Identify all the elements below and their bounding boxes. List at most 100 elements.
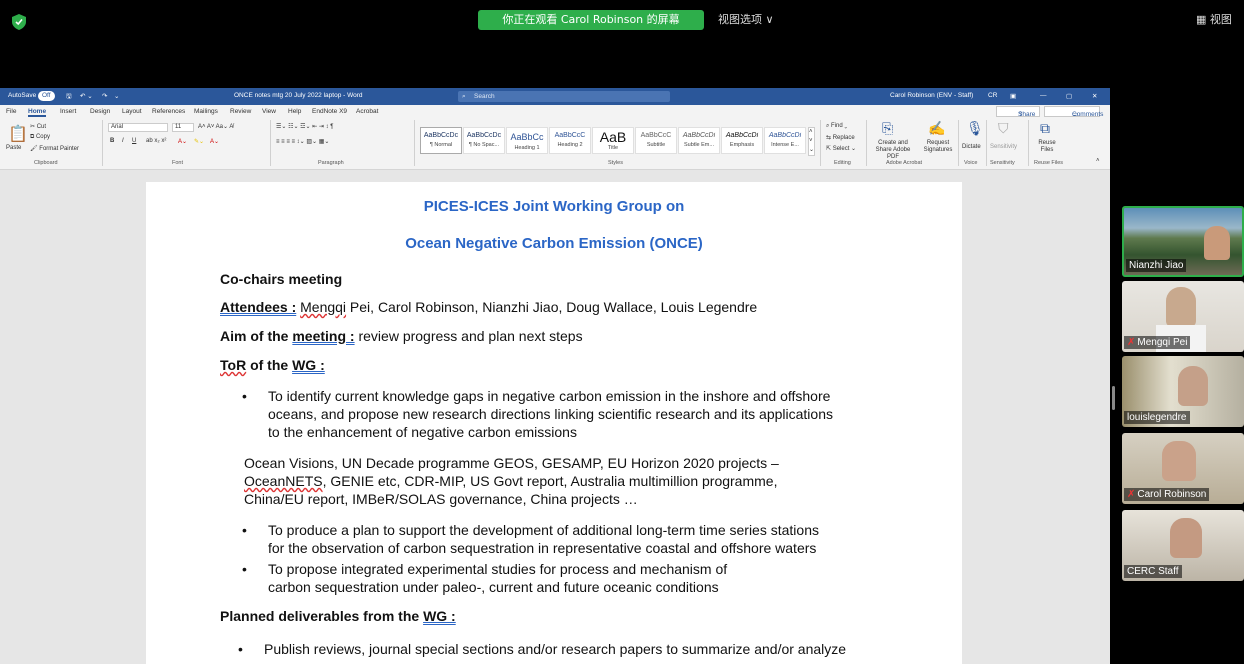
participant-tile[interactable]: ✗ Mengqi Pei [1122, 281, 1244, 352]
style-subtitle[interactable]: AaBbCcC Subtitle [635, 127, 677, 154]
tab-home[interactable]: Home [28, 108, 47, 117]
select-button[interactable]: ⇱ Select ⌄ [826, 145, 856, 152]
style-name: Emphasis [729, 142, 755, 148]
style-emphasis[interactable]: AaBbCcDi Emphasis [721, 127, 763, 154]
sensitivity-button[interactable]: Sensitivity [990, 144, 1017, 150]
tab-review[interactable]: Review [230, 108, 251, 115]
participant-tile[interactable]: CERC Staff [1122, 510, 1244, 581]
save-icon[interactable]: 🖫 [66, 92, 72, 103]
style-title[interactable]: AaB Title [592, 127, 634, 154]
participant-tile[interactable]: louislegendre [1122, 356, 1244, 427]
style-heading-2[interactable]: AaBbCcC Heading 2 [549, 127, 591, 154]
shield-icon[interactable] [12, 14, 26, 30]
aim-line: Aim of the meeting : review progress and… [220, 327, 583, 345]
ocean-visions-line-3: China/EU report, IMBeR/SOLAS governance,… [244, 491, 638, 507]
participant-name-row: ✗ Carol Robinson [1124, 488, 1210, 501]
highlight-icon[interactable]: ✎⌄ [194, 138, 204, 145]
tab-help[interactable]: Help [288, 108, 301, 115]
style-intense-emphasis[interactable]: AaBbCcDi Intense E... [764, 127, 806, 154]
tab-endnote[interactable]: EndNote X9 [312, 108, 347, 115]
user-initials[interactable]: CR [988, 92, 997, 99]
styles-more-icon[interactable]: ˄ ˅ ⌄ [808, 127, 816, 156]
close-icon[interactable]: ✕ [1092, 92, 1097, 100]
create-pdf-icon[interactable]: ⎘ [882, 120, 893, 137]
microphone-icon[interactable]: 🎙 [966, 120, 984, 137]
collapse-ribbon-icon[interactable]: ˄ [1096, 158, 1100, 164]
bullets-icon[interactable]: ☰⌄ ☷⌄ ☲⌄ ⇤ ⇥ ↕ ¶ [276, 123, 334, 130]
request-signatures-icon[interactable]: ✍ [928, 120, 945, 137]
style-sample: AaBbCcDc [466, 132, 502, 139]
participant-video-face [1166, 287, 1196, 327]
bullet-icon: • [242, 388, 247, 404]
maximize-icon[interactable]: ▢ [1066, 92, 1072, 100]
dictate-button[interactable]: Dictate [962, 144, 981, 150]
select-label: Select [832, 146, 850, 152]
tab-references[interactable]: References [152, 108, 185, 115]
minimize-icon[interactable]: — [1040, 92, 1047, 99]
participant-video-face [1170, 518, 1202, 558]
sensitivity-group-label: Sensitivity [990, 160, 1015, 166]
bullet-3-line-2: carbon sequestration under paleo-, curre… [268, 579, 719, 595]
font-size-select[interactable]: 11 [172, 123, 194, 132]
bold-icon[interactable]: B [110, 138, 114, 144]
attendee-mengqi: Mengqi [300, 299, 347, 315]
share-button[interactable]: ⇪ Share [996, 106, 1040, 118]
tab-view[interactable]: View [262, 108, 276, 115]
font-grow-shrink-icon[interactable]: A˄ A˅ Aa⌄ A̸ [198, 123, 233, 130]
style-normal[interactable]: AaBbCcDc ¶ Normal [420, 127, 462, 154]
comments-button[interactable]: ▭ Comments [1044, 106, 1103, 118]
underline-icon[interactable]: U [132, 138, 136, 144]
create-share-pdf-button[interactable]: Create and Share Adobe PDF [870, 140, 916, 161]
gallery-resize-handle[interactable] [1112, 386, 1115, 410]
replace-button[interactable]: ⇆ Replace [826, 134, 855, 141]
autosave-toggle[interactable]: Off [38, 91, 55, 101]
view-options-menu[interactable]: 视图选项 ∨ [718, 10, 774, 30]
redo-icon[interactable]: ↷ [102, 92, 107, 100]
request-signatures-button[interactable]: Request Signatures [920, 140, 956, 154]
participant-name: CERC Staff [1124, 565, 1182, 578]
cut-button[interactable]: ✂ Cut [30, 123, 46, 130]
italic-icon[interactable]: I [122, 138, 124, 144]
style-name: Title [607, 145, 619, 151]
tab-design[interactable]: Design [90, 108, 110, 115]
participant-tile[interactable]: ✗ Carol Robinson [1122, 433, 1244, 504]
paste-icon[interactable]: 📋 [8, 124, 28, 144]
bullet-1-line-2: oceans, and propose new research directi… [268, 406, 833, 422]
separator [270, 120, 271, 166]
search-icon: ⌕ [462, 93, 466, 100]
tab-file[interactable]: File [6, 108, 16, 115]
find-button[interactable]: ⌕ Find ⌄ [826, 123, 847, 130]
qat-dropdown-icon[interactable]: ⌄ [114, 92, 119, 100]
view-button[interactable]: ▦ 视图 [1196, 10, 1232, 30]
style-subtle-emphasis[interactable]: AaBbCcDi Subtle Em... [678, 127, 720, 154]
participant-tile[interactable]: Nianzhi Jiao [1122, 206, 1244, 277]
word-window: AutoSave Off 🖫 ↶ ⌄ ↷ ⌄ ONCE notes mtg 20… [0, 88, 1110, 664]
paste-button-label[interactable]: Paste [6, 145, 21, 151]
tab-layout[interactable]: Layout [122, 108, 142, 115]
sensitivity-icon[interactable]: ⛉ [998, 120, 1009, 137]
tab-acrobat[interactable]: Acrobat [356, 108, 378, 115]
tab-mailings[interactable]: Mailings [194, 108, 218, 115]
voice-group-label: Voice [964, 160, 978, 166]
copy-label: Copy [35, 134, 50, 140]
participant-name: louislegendre [1124, 411, 1190, 424]
strikethrough-icon[interactable]: ab x₂ x² [146, 138, 166, 144]
ribbon-display-icon[interactable]: ▣ [1010, 92, 1016, 100]
undo-icon[interactable]: ↶ ⌄ [80, 92, 93, 100]
scissors-icon: ✂ [30, 124, 37, 130]
style-sample: AaBbCc [510, 132, 544, 142]
reuse-files-icon[interactable]: ⧉ [1040, 120, 1050, 137]
style-heading-1[interactable]: AaBbCc Heading 1 [506, 127, 548, 154]
search-box[interactable]: ⌕ Search [458, 91, 670, 102]
style-no-spacing[interactable]: AaBbCcDc ¶ No Spac... [463, 127, 505, 154]
font-color-icon[interactable]: A⌄ [210, 138, 219, 145]
font-name-select[interactable]: Arial [108, 123, 168, 132]
document-page[interactable]: PICES-ICES Joint Working Group on Ocean … [146, 182, 962, 664]
align-icon[interactable]: ≡ ≡ ≡ ≡ ↕⌄ ▨⌄ ▦⌄ [276, 138, 329, 145]
tab-insert[interactable]: Insert [60, 108, 76, 115]
copy-button[interactable]: ⧉ Copy [30, 134, 50, 141]
format-painter-button[interactable]: 🖌 Format Painter [30, 145, 79, 152]
reuse-files-button[interactable]: Reuse Files [1036, 140, 1058, 154]
text-effects-icon[interactable]: A⌄ [178, 138, 187, 145]
user-name[interactable]: Carol Robinson (ENV - Staff) [890, 92, 973, 99]
